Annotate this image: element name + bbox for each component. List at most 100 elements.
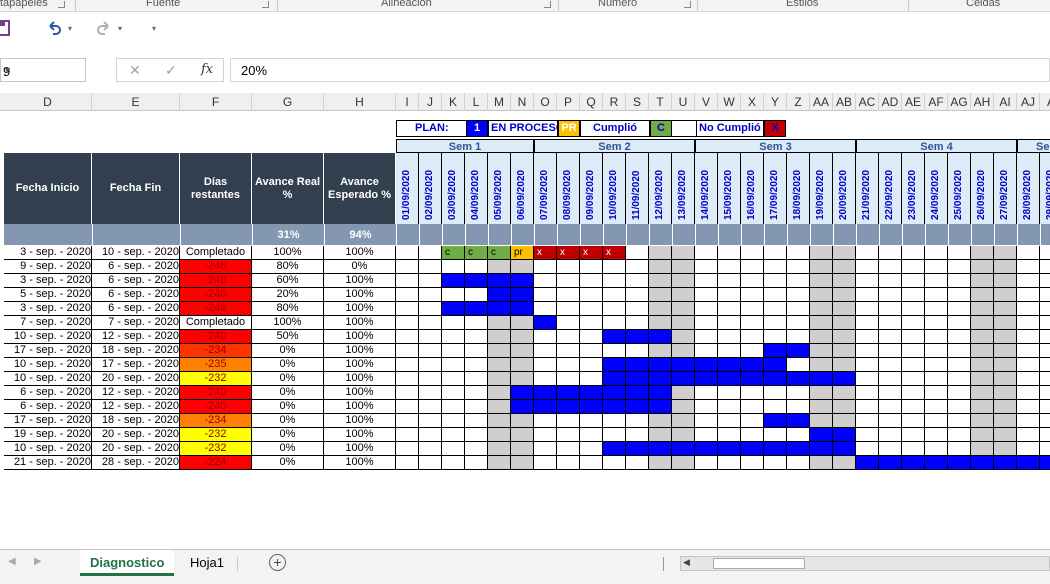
gantt-cell[interactable] <box>488 386 511 400</box>
gantt-cell[interactable] <box>603 274 626 288</box>
gantt-cell[interactable] <box>534 442 557 456</box>
gantt-cell[interactable] <box>856 400 879 414</box>
gantt-cell[interactable] <box>1040 246 1050 260</box>
gantt-cell[interactable] <box>718 288 741 302</box>
gantt-cell[interactable] <box>787 330 810 344</box>
gantt-cell[interactable] <box>971 414 994 428</box>
cell-fecha-fin[interactable]: 28 - sep. - 2020 <box>92 456 180 470</box>
gantt-cell[interactable] <box>833 288 856 302</box>
gantt-cell[interactable] <box>465 372 488 386</box>
gantt-cell[interactable] <box>511 442 534 456</box>
cell-fecha-inicio[interactable]: 10 - sep. - 2020 <box>4 372 92 386</box>
gantt-cell[interactable] <box>695 246 718 260</box>
gantt-cell[interactable] <box>902 386 925 400</box>
gantt-cell[interactable]: pr <box>511 246 534 260</box>
cell-avance-esperado[interactable]: 100% <box>324 330 396 344</box>
gantt-cell[interactable] <box>626 456 649 470</box>
gantt-cell[interactable] <box>534 358 557 372</box>
numero-launcher-icon[interactable] <box>684 1 691 8</box>
cell-avance-esperado[interactable]: 100% <box>324 428 396 442</box>
gantt-cell[interactable] <box>603 442 626 456</box>
gantt-cell[interactable] <box>718 274 741 288</box>
gantt-cell[interactable] <box>718 330 741 344</box>
gantt-cell[interactable] <box>810 372 833 386</box>
gantt-cell[interactable] <box>695 330 718 344</box>
cell-dias-restantes[interactable]: -240 <box>180 386 252 400</box>
gantt-cell[interactable] <box>672 302 695 316</box>
cell-avance-esperado[interactable]: 100% <box>324 288 396 302</box>
gantt-cell[interactable] <box>649 344 672 358</box>
gantt-cell[interactable] <box>534 400 557 414</box>
gantt-cell[interactable] <box>557 344 580 358</box>
gantt-cell[interactable] <box>994 372 1017 386</box>
gantt-cell[interactable] <box>810 358 833 372</box>
gantt-cell[interactable] <box>741 302 764 316</box>
gantt-cell[interactable] <box>787 316 810 330</box>
cell-avance-esperado[interactable]: 100% <box>324 414 396 428</box>
gantt-cell[interactable] <box>764 288 787 302</box>
gantt-cell[interactable] <box>419 358 442 372</box>
gantt-cell[interactable] <box>1017 260 1040 274</box>
cell-fecha-inicio[interactable]: 10 - sep. - 2020 <box>4 358 92 372</box>
gantt-cell[interactable] <box>465 358 488 372</box>
gantt-cell[interactable] <box>902 246 925 260</box>
gantt-cell[interactable] <box>971 456 994 470</box>
gantt-cell[interactable] <box>695 344 718 358</box>
gantt-cell[interactable] <box>442 358 465 372</box>
gantt-cell[interactable] <box>442 400 465 414</box>
cell-fecha-inicio[interactable]: 10 - sep. - 2020 <box>4 442 92 456</box>
gantt-cell[interactable] <box>603 330 626 344</box>
gantt-cell[interactable] <box>442 274 465 288</box>
gantt-cell[interactable] <box>534 330 557 344</box>
gantt-cell[interactable] <box>787 442 810 456</box>
gantt-cell[interactable] <box>856 260 879 274</box>
gantt-cell[interactable] <box>741 358 764 372</box>
cell-dias-restantes[interactable]: -240 <box>180 400 252 414</box>
column-header-l[interactable]: L <box>465 93 488 111</box>
gantt-cell[interactable] <box>649 414 672 428</box>
gantt-cell[interactable] <box>994 246 1017 260</box>
portapapeles-launcher-icon[interactable] <box>58 1 65 8</box>
gantt-cell[interactable] <box>741 246 764 260</box>
gantt-cell[interactable] <box>971 288 994 302</box>
gantt-cell[interactable] <box>672 372 695 386</box>
gantt-cell[interactable] <box>833 400 856 414</box>
gantt-cell[interactable] <box>741 344 764 358</box>
gantt-cell[interactable] <box>1040 456 1050 470</box>
gantt-cell[interactable] <box>856 274 879 288</box>
gantt-cell[interactable] <box>465 260 488 274</box>
gantt-cell[interactable] <box>580 274 603 288</box>
gantt-cell[interactable] <box>442 302 465 316</box>
gantt-cell[interactable] <box>925 386 948 400</box>
gantt-cell[interactable] <box>465 316 488 330</box>
gantt-cell[interactable] <box>1040 358 1050 372</box>
gantt-cell[interactable] <box>580 372 603 386</box>
cell-avance-real[interactable]: 80% <box>252 302 324 316</box>
gantt-cell[interactable] <box>419 316 442 330</box>
gantt-cell[interactable] <box>695 400 718 414</box>
cell-fecha-fin[interactable]: 6 - sep. - 2020 <box>92 302 180 316</box>
gantt-cell[interactable] <box>534 260 557 274</box>
gantt-cell[interactable] <box>810 246 833 260</box>
gantt-cell[interactable] <box>626 260 649 274</box>
gantt-cell[interactable] <box>511 428 534 442</box>
column-header-ah[interactable]: AH <box>971 93 994 111</box>
gantt-cell[interactable] <box>1017 400 1040 414</box>
gantt-cell[interactable] <box>787 358 810 372</box>
gantt-cell[interactable] <box>672 442 695 456</box>
gantt-cell[interactable] <box>833 456 856 470</box>
gantt-cell[interactable] <box>672 330 695 344</box>
gantt-cell[interactable] <box>626 316 649 330</box>
gantt-cell[interactable] <box>695 288 718 302</box>
cell-fecha-inicio[interactable]: 17 - sep. - 2020 <box>4 414 92 428</box>
gantt-cell[interactable] <box>511 344 534 358</box>
gantt-cell[interactable] <box>948 372 971 386</box>
cell-dias-restantes[interactable]: -232 <box>180 372 252 386</box>
gantt-cell[interactable] <box>649 358 672 372</box>
gantt-cell[interactable] <box>879 358 902 372</box>
gantt-cell[interactable] <box>971 316 994 330</box>
gantt-cell[interactable] <box>442 428 465 442</box>
gantt-cell[interactable] <box>534 274 557 288</box>
gantt-cell[interactable] <box>879 274 902 288</box>
gantt-cell[interactable] <box>488 274 511 288</box>
